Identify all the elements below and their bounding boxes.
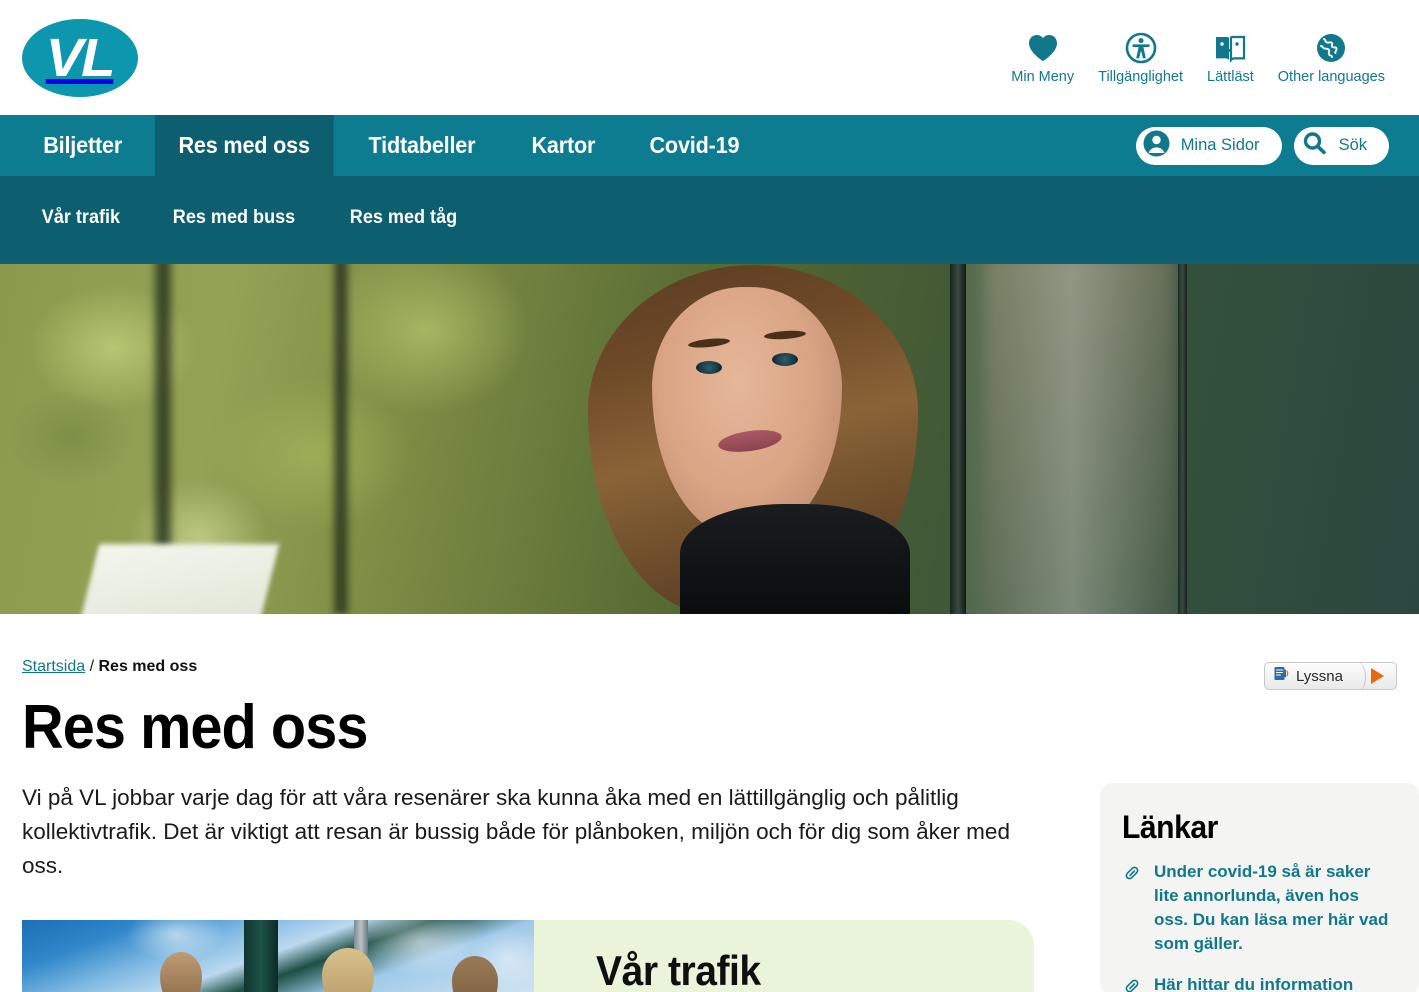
eye (696, 361, 722, 374)
nav-item-biljetter[interactable]: Biljetter (0, 115, 146, 176)
search-label: Sök (1338, 136, 1367, 154)
nav-label: Tidtabeller (368, 132, 475, 158)
listen-widget[interactable]: Lyssna (1264, 662, 1397, 690)
subnav-label: Res med buss (173, 206, 296, 228)
listen-divider (1353, 663, 1367, 689)
open-book-smile-icon (1214, 30, 1246, 66)
search-icon (1300, 129, 1329, 163)
utility-label: Other languages (1277, 68, 1385, 85)
site-header: VL Min Meny Tillgänglighet Lättläst Othe… (0, 0, 1419, 115)
card-photo-person (160, 952, 202, 992)
utility-label: Min Meny (1011, 68, 1075, 85)
play-icon (1371, 668, 1384, 684)
nav-item-tidtabeller[interactable]: Tidtabeller (345, 115, 499, 176)
nav-item-covid-19[interactable]: Covid-19 (626, 115, 763, 176)
utility-item-min-meny[interactable]: Min Meny (999, 30, 1086, 86)
card-green-panel: Vår trafik (534, 920, 1034, 992)
page-title: Res med oss (22, 693, 368, 762)
subnav-item-var-trafik[interactable]: Vår trafik (0, 207, 143, 229)
breadcrumb-home-link[interactable]: Startsida (22, 658, 85, 675)
globe-icon (1315, 30, 1347, 66)
utility-nav: Min Meny Tillgänglighet Lättläst Other l… (999, 30, 1397, 86)
hero-window-frame (950, 259, 966, 614)
search-button[interactable]: Sök (1293, 126, 1389, 165)
sidebar-link-text: Här hittar du information (1154, 974, 1354, 992)
breadcrumb-current: Res med oss (98, 658, 198, 675)
nav-label: Biljetter (43, 132, 123, 158)
listen-button[interactable]: Lyssna (1265, 663, 1353, 689)
listen-play-button[interactable] (1367, 663, 1396, 689)
eye (772, 353, 798, 366)
utility-label: Tillgänglighet (1098, 68, 1184, 85)
var-trafik-card[interactable]: Vår trafik (22, 920, 1034, 992)
hero-woman-portrait (560, 259, 980, 614)
heart-icon (1027, 30, 1059, 66)
vl-logo[interactable]: VL (22, 18, 138, 97)
nav-label: Covid-19 (649, 132, 740, 158)
nav-item-kartor[interactable]: Kartor (508, 115, 619, 176)
subnav-label: Res med tåg (350, 206, 458, 228)
card-photo-pole (244, 920, 278, 992)
user-icon (1142, 129, 1171, 163)
intro-paragraph: Vi på VL jobbar varje dag för att våra r… (22, 785, 1010, 878)
eyebrow (763, 329, 807, 341)
links-card-title: Länkar (1122, 809, 1218, 845)
links-card: Länkar Under covid-19 så är saker lite a… (1100, 783, 1419, 992)
chain-link-icon (1122, 860, 1142, 888)
utility-item-other-languages[interactable]: Other languages (1266, 30, 1397, 86)
sidebar-link-item[interactable]: Här hittar du information (1122, 973, 1397, 992)
accessibility-icon (1125, 30, 1157, 66)
subnav-item-res-med-buss[interactable]: Res med buss (150, 207, 318, 229)
chain-link-icon (1122, 973, 1142, 992)
vl-logo-text: VL (46, 27, 116, 88)
hero-top-divider (0, 259, 1419, 264)
breadcrumb-separator: / (89, 658, 95, 675)
breadcrumb: Startsida / Res med oss (22, 658, 1100, 676)
listen-label: Lyssna (1296, 667, 1343, 685)
shoulders (680, 504, 910, 614)
hero-tree-trunk (330, 259, 352, 614)
eyebrow (687, 336, 731, 350)
subnav-label: Vår trafik (41, 206, 121, 228)
main-navigation: Biljetter Res med oss Tidtabeller Kartor… (0, 115, 1419, 176)
hero-image (0, 259, 1419, 614)
nav-label: Res med oss (178, 132, 310, 158)
hero-white-object (76, 544, 280, 614)
utility-label: Lättläst (1207, 68, 1254, 85)
card-title: Vår trafik (596, 947, 761, 992)
hero-window-frame (1178, 259, 1187, 614)
utility-item-lattlast[interactable]: Lättläst (1195, 30, 1266, 86)
card-photo-bus (22, 920, 534, 992)
mina-sidor-button[interactable]: Mina Sidor (1135, 126, 1282, 165)
speaker-document-icon (1273, 665, 1290, 687)
utility-item-tillganglighet[interactable]: Tillgänglighet (1086, 30, 1195, 86)
sidebar-link-text: Under covid-19 så är saker lite annorlun… (1154, 862, 1389, 954)
sidebar-link-item[interactable]: Under covid-19 så är saker lite annorlun… (1122, 860, 1397, 957)
sub-navigation: Vår trafik Res med buss Res med tåg (0, 176, 1419, 259)
hero-glass-pane (966, 259, 1178, 614)
nav-item-res-med-oss[interactable]: Res med oss (154, 115, 334, 176)
mina-sidor-label: Mina Sidor (1180, 136, 1260, 154)
nav-actions: Mina Sidor Sök (1135, 115, 1419, 176)
subnav-item-res-med-tag[interactable]: Res med tåg (327, 207, 480, 229)
nav-label: Kartor (531, 132, 596, 158)
